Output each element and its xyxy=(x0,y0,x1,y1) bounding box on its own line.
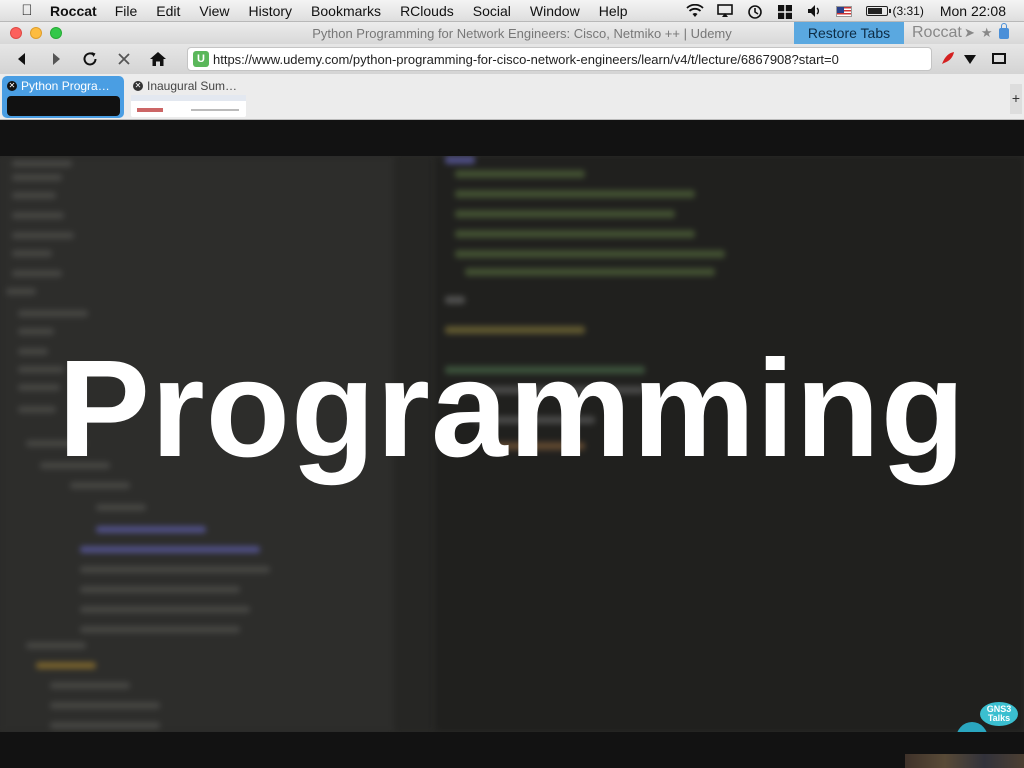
tab-strip: ✕ Python Progra… ✕ Inaugural Sum… + xyxy=(0,74,1024,120)
wifi-icon[interactable] xyxy=(686,3,705,18)
input-source-flag-icon[interactable] xyxy=(836,5,853,17)
home-icon xyxy=(150,52,166,66)
battery-icon[interactable] xyxy=(866,6,892,16)
close-icon xyxy=(118,53,130,65)
video-player[interactable]: Programming GNS3 Talks my xyxy=(0,120,1024,768)
airplay-icon[interactable] xyxy=(716,4,734,18)
menu-view[interactable]: View xyxy=(199,3,229,19)
back-button[interactable] xyxy=(10,47,34,71)
menu-window[interactable]: Window xyxy=(530,3,580,19)
status-icons: (3:31) Mon 22:08 xyxy=(686,0,1024,22)
tab-close-icon[interactable]: ✕ xyxy=(7,81,17,91)
toolbar-right-tools xyxy=(940,50,1006,66)
chameleon-logo-icon xyxy=(956,722,988,732)
volume-icon[interactable] xyxy=(806,4,824,18)
video-frame: Programming GNS3 Talks my xyxy=(0,156,1024,732)
tab-close-icon[interactable]: ✕ xyxy=(133,81,143,91)
window-titlebar: Python Programming for Network Engineers… xyxy=(0,22,1024,44)
background-strip xyxy=(905,754,1024,768)
apple-icon[interactable]:  xyxy=(18,2,36,19)
window-controls xyxy=(10,27,70,39)
menu-clock[interactable]: Mon 22:08 xyxy=(940,3,1006,19)
address-bar[interactable]: U https://www.udemy.com/python-programmi… xyxy=(187,47,932,71)
tab-inaugural-summit[interactable]: ✕ Inaugural Sum… xyxy=(128,76,246,118)
fullscreen-square-icon[interactable] xyxy=(992,52,1006,64)
new-tab-button[interactable]: + xyxy=(1010,84,1022,114)
menu-help[interactable]: Help xyxy=(599,3,628,19)
tab-title: Inaugural Sum… xyxy=(147,79,238,93)
video-letterbox-bottom xyxy=(0,732,1024,768)
url-text[interactable]: https://www.udemy.com/python-programming… xyxy=(213,52,839,67)
tab-thumbnail xyxy=(131,95,246,117)
menu-file[interactable]: File xyxy=(115,3,138,19)
menu-rclouds[interactable]: RClouds xyxy=(400,3,454,19)
fish-icon[interactable]: ➤ xyxy=(964,25,975,41)
menu-bookmarks[interactable]: Bookmarks xyxy=(311,3,381,19)
home-button[interactable] xyxy=(146,47,170,71)
menu-history[interactable]: History xyxy=(248,3,292,19)
gns3-talks-bubble: GNS3 Talks xyxy=(980,702,1018,726)
browser-brand: Roccat xyxy=(912,24,962,41)
back-arrow-icon xyxy=(18,53,25,65)
minimize-window-button[interactable] xyxy=(30,27,42,39)
star-icon[interactable]: ★ xyxy=(981,25,993,41)
tab-title: Python Progra… xyxy=(21,79,110,93)
menu-bar:  Roccat File Edit View History Bookmark… xyxy=(0,0,1024,22)
battery-time: (3:31) xyxy=(892,4,924,18)
restore-tabs-button[interactable]: Restore Tabs xyxy=(794,22,904,44)
browser-toolbar: U https://www.udemy.com/python-programmi… xyxy=(0,44,1024,74)
feather-icon[interactable] xyxy=(940,50,956,66)
menu-app-name[interactable]: Roccat xyxy=(50,3,97,19)
video-headline: Programming xyxy=(57,332,967,486)
reload-icon xyxy=(83,52,97,66)
reload-button[interactable] xyxy=(78,47,102,71)
close-window-button[interactable] xyxy=(10,27,22,39)
udemy-site-icon: U xyxy=(193,51,209,67)
forward-button[interactable] xyxy=(44,47,68,71)
tab-thumbnail xyxy=(7,96,120,116)
lock-icon[interactable] xyxy=(998,23,1009,39)
thumbnail-logo xyxy=(137,108,163,112)
tab-python-programming[interactable]: ✕ Python Progra… xyxy=(2,76,124,118)
menu-edit[interactable]: Edit xyxy=(156,3,180,19)
zoom-window-button[interactable] xyxy=(50,27,62,39)
brand-icons: ➤ ★ xyxy=(964,23,1015,41)
time-machine-icon[interactable] xyxy=(746,4,764,19)
gns3-udemy-watermark: GNS3 Talks my xyxy=(952,702,1022,732)
menu-social[interactable]: Social xyxy=(473,3,511,19)
forward-arrow-icon xyxy=(53,53,60,65)
stop-button[interactable] xyxy=(112,47,136,71)
spaces-icon[interactable] xyxy=(776,4,794,19)
dropdown-triangle-icon[interactable] xyxy=(964,54,976,64)
window-title: Python Programming for Network Engineers… xyxy=(312,26,732,41)
